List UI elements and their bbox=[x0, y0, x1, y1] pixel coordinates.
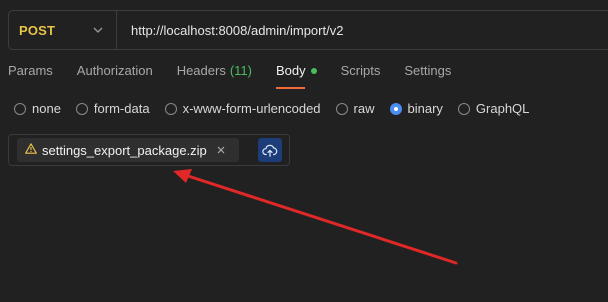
body-type-urlencoded[interactable]: x-www-form-urlencoded bbox=[164, 101, 321, 116]
tab-params[interactable]: Params bbox=[8, 63, 53, 89]
tab-body[interactable]: Body bbox=[275, 63, 317, 89]
headers-count-badge: (11) bbox=[229, 63, 252, 78]
tab-label: Authorization bbox=[76, 63, 153, 78]
body-type-radio-group: none form-data x-www-form-urlencoded raw… bbox=[14, 101, 544, 116]
body-type-binary[interactable]: binary bbox=[389, 101, 443, 116]
radio-label: form-data bbox=[93, 101, 150, 116]
body-type-form-data[interactable]: form-data bbox=[75, 101, 150, 116]
method-label: POST bbox=[19, 22, 56, 38]
radio-button[interactable] bbox=[164, 102, 177, 115]
radio-label: none bbox=[32, 101, 61, 116]
radio-button[interactable] bbox=[14, 102, 26, 115]
tab-scripts[interactable]: Scripts bbox=[341, 63, 381, 89]
close-icon[interactable] bbox=[216, 145, 226, 155]
tab-label: Params bbox=[8, 63, 53, 78]
body-type-none[interactable]: none bbox=[14, 101, 61, 116]
tab-settings[interactable]: Settings bbox=[404, 63, 451, 89]
radio-button[interactable] bbox=[457, 102, 470, 115]
method-selector[interactable]: POST bbox=[9, 11, 117, 49]
radio-button-selected[interactable] bbox=[389, 102, 402, 115]
tab-authorization[interactable]: Authorization bbox=[77, 63, 153, 89]
cloud-upload-icon[interactable] bbox=[258, 138, 282, 162]
binary-file-panel: settings_export_package.zip bbox=[8, 134, 290, 166]
body-type-raw[interactable]: raw bbox=[335, 101, 375, 116]
tab-label: Body bbox=[275, 63, 306, 78]
request-url-bar: POST http://localhost:8008/admin/import/… bbox=[8, 10, 608, 50]
tab-headers[interactable]: Headers (11) bbox=[177, 63, 252, 89]
radio-button[interactable] bbox=[335, 102, 348, 115]
body-type-graphql[interactable]: GraphQL bbox=[457, 101, 530, 116]
radio-label: GraphQL bbox=[475, 101, 530, 116]
file-name: settings_export_package.zip bbox=[42, 142, 207, 158]
radio-label: raw bbox=[353, 101, 375, 116]
radio-label: x-www-form-urlencoded bbox=[182, 101, 321, 116]
tab-label: Headers bbox=[176, 63, 226, 78]
url-input[interactable]: http://localhost:8008/admin/import/v2 bbox=[117, 23, 343, 38]
body-status-dot bbox=[310, 68, 317, 74]
warning-icon bbox=[25, 141, 37, 159]
tab-label: Settings bbox=[404, 63, 452, 78]
request-tabs: Params Authorization Headers (11) Body S… bbox=[8, 63, 475, 91]
radio-label: binary bbox=[407, 101, 443, 116]
selected-file-chip[interactable]: settings_export_package.zip bbox=[17, 138, 239, 162]
chevron-down-icon bbox=[92, 24, 104, 36]
radio-button[interactable] bbox=[75, 102, 88, 115]
tab-label: Scripts bbox=[340, 63, 381, 78]
